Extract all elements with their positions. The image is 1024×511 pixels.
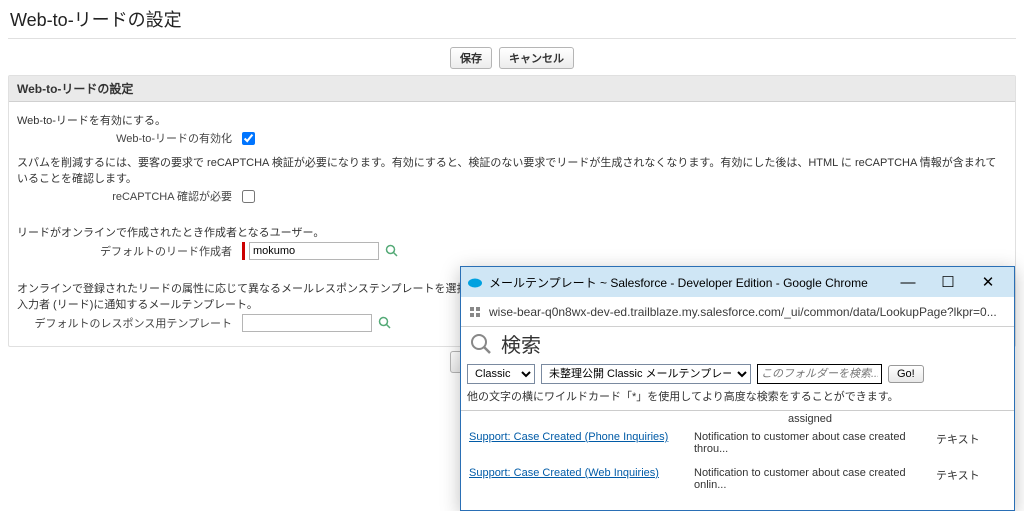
go-button[interactable]: Go!: [888, 365, 924, 383]
template-desc: Notification to customer about case crea…: [694, 431, 936, 455]
window-title: メールテンプレート ~ Salesforce - Developer Editi…: [489, 274, 888, 291]
enable-description: Web-to-リードを有効にする。: [17, 108, 1007, 130]
salesforce-cloud-icon: [467, 274, 483, 290]
results-list: assigned Support: Case Created (Phone In…: [461, 410, 1014, 510]
truncated-prev-row: assigned: [694, 413, 936, 425]
lookup-icon[interactable]: [376, 314, 394, 332]
creator-input[interactable]: [249, 242, 379, 260]
recaptcha-checkbox[interactable]: [242, 190, 255, 203]
url-text[interactable]: wise-bear-q0n8wx-dev-ed.trailblaze.my.sa…: [489, 305, 1008, 319]
recaptcha-description: スパムを削減するには、要客の要求で reCAPTCHA 検証が必要になります。有…: [17, 150, 1007, 188]
table-row: Support: Case Created (Phone Inquiries) …: [461, 425, 1014, 461]
page-title: Web-to-リードの設定: [8, 0, 1016, 38]
recaptcha-label: reCAPTCHA 確認が必要: [17, 188, 242, 204]
address-bar: wise-bear-q0n8wx-dev-ed.trailblaze.my.sa…: [461, 297, 1014, 327]
creator-description: リードがオンラインで作成されたとき作成者となるユーザー。: [17, 220, 1007, 242]
minimize-button[interactable]: —: [888, 274, 928, 291]
template-desc: Notification to customer about case crea…: [694, 467, 936, 491]
top-button-bar: 保存 キャンセル: [8, 43, 1016, 73]
maximize-button[interactable]: ☐: [928, 273, 968, 291]
site-info-icon[interactable]: [467, 304, 483, 320]
search-hint: 他の文字の横にワイルドカード「*」を使用してより高度な検索をすることができます。: [461, 388, 1014, 410]
enable-label: Web-to-リードの有効化: [17, 130, 242, 146]
table-row: Support: Case Created (Web Inquiries) No…: [461, 461, 1014, 497]
lookup-icon[interactable]: [383, 242, 401, 260]
cancel-button[interactable]: キャンセル: [499, 47, 574, 69]
folder-select[interactable]: 未整理公開 Classic メールテンプレート: [541, 364, 751, 384]
search-input[interactable]: [757, 364, 882, 384]
search-heading: 検索: [501, 329, 541, 358]
template-label: デフォルトのレスポンス用テンプレート: [17, 315, 242, 331]
creator-label: デフォルトのリード作成者: [17, 243, 242, 259]
save-button[interactable]: 保存: [450, 47, 492, 69]
required-indicator: [242, 242, 245, 260]
template-input[interactable]: [242, 314, 372, 332]
enable-checkbox[interactable]: [242, 132, 255, 145]
lookup-popup-window: メールテンプレート ~ Salesforce - Developer Editi…: [460, 266, 1015, 511]
template-link[interactable]: Support: Case Created (Web Inquiries): [469, 467, 659, 479]
window-titlebar: メールテンプレート ~ Salesforce - Developer Editi…: [461, 267, 1014, 297]
template-type: テキスト: [936, 467, 1006, 483]
close-button[interactable]: ✕: [968, 273, 1008, 291]
filter-row: Classic 未整理公開 Classic メールテンプレート Go!: [461, 360, 1014, 388]
panel-header: Web-to-リードの設定: [9, 76, 1015, 102]
search-icon: [467, 330, 495, 358]
template-link[interactable]: Support: Case Created (Phone Inquiries): [469, 431, 668, 443]
template-type: テキスト: [936, 431, 1006, 447]
type-select[interactable]: Classic: [467, 364, 535, 384]
